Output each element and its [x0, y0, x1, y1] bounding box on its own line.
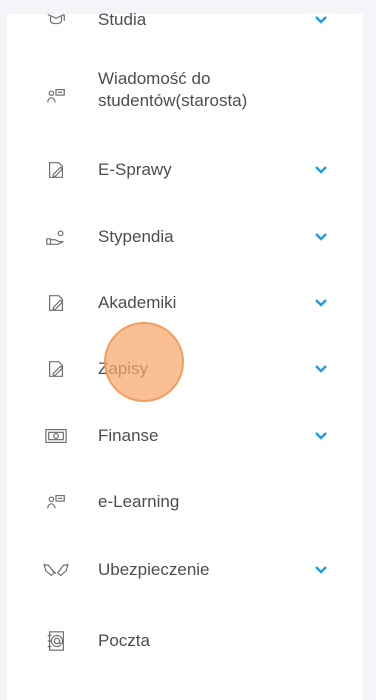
- edit-document-icon: [44, 357, 68, 381]
- menu-item-finanse[interactable]: Finanse: [0, 424, 356, 448]
- menu-item-e-sprawy[interactable]: E-Sprawy: [0, 158, 356, 182]
- menu-item-akademiki[interactable]: Akademiki: [0, 291, 356, 315]
- mail-book-icon: [44, 629, 68, 653]
- handshake-icon: [42, 558, 70, 582]
- menu-item-label: E-Sprawy: [98, 160, 172, 179]
- menu-item-label: Stypendia: [98, 227, 174, 246]
- menu-item-ubezpieczenie[interactable]: Ubezpieczenie: [0, 558, 356, 582]
- menu-item-e-learning[interactable]: e-Learning: [0, 490, 356, 514]
- menu-item-label: Poczta: [98, 631, 150, 650]
- chevron-down-icon[interactable]: [312, 360, 330, 378]
- chevron-down-icon[interactable]: [312, 427, 330, 445]
- banknote-icon: [44, 424, 68, 448]
- menu-item-label: Zapisy: [98, 359, 149, 378]
- menu-item-label: Wiadomość do studentów(starosta): [98, 69, 248, 110]
- chevron-down-icon[interactable]: [312, 561, 330, 579]
- chevron-down-icon[interactable]: [312, 228, 330, 246]
- menu-item-poczta[interactable]: Poczta: [0, 627, 356, 655]
- menu-item-wiadomosc[interactable]: Wiadomość do studentów(starosta): [0, 68, 356, 124]
- menu-item-label: Akademiki: [98, 293, 177, 312]
- menu-item-label: Ubezpieczenie: [98, 560, 210, 579]
- menu-item-label: Studia: [98, 10, 147, 29]
- menu-item-stypendia[interactable]: Stypendia: [0, 225, 356, 249]
- announcement-icon: [44, 490, 68, 514]
- menu-item-studia[interactable]: Studia: [0, 8, 356, 32]
- menu-item-label: e-Learning: [98, 492, 180, 511]
- edit-document-icon: [44, 291, 68, 315]
- announcement-icon: [44, 84, 68, 108]
- hand-money-icon: [44, 225, 68, 249]
- chevron-down-icon[interactable]: [312, 294, 330, 312]
- chevron-down-icon[interactable]: [312, 161, 330, 179]
- graduation-cap-icon: [44, 8, 68, 32]
- menu-item-zapisy[interactable]: Zapisy: [0, 357, 356, 381]
- chevron-down-icon[interactable]: [312, 11, 330, 29]
- edit-document-icon: [44, 158, 68, 182]
- menu-item-label: Finanse: [98, 426, 159, 445]
